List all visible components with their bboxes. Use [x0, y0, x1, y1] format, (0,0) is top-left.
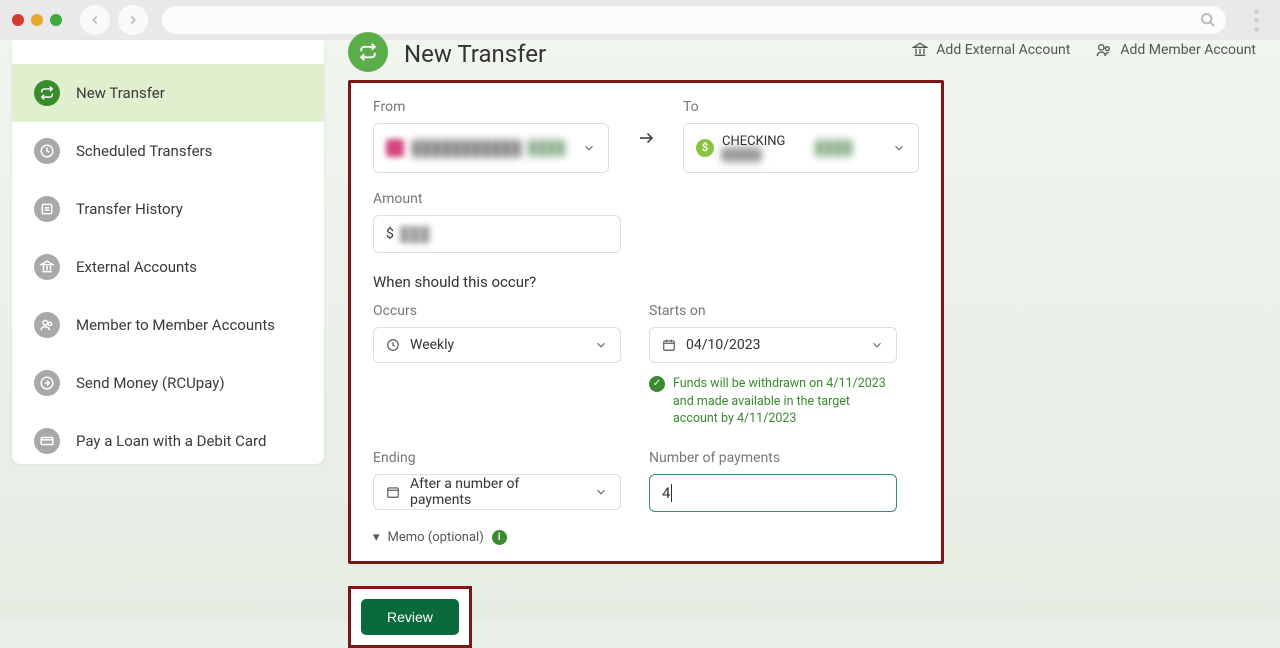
card-icon — [34, 428, 60, 454]
to-account-balance: ████ — [815, 140, 852, 156]
info-icon: i — [492, 530, 507, 545]
caret-down-icon: ▾ — [373, 530, 380, 545]
calendar-icon — [662, 338, 676, 352]
clock-icon — [386, 338, 400, 352]
sidebar-item-label: Scheduled Transfers — [76, 142, 212, 160]
search-icon — [1200, 12, 1216, 28]
from-account-name: ███████████ — [412, 140, 521, 157]
starts-on-label: Starts on — [649, 303, 897, 319]
amount-value: ███ — [400, 226, 430, 243]
swap-icon — [348, 32, 388, 72]
starts-on-value: 04/10/2023 — [686, 337, 761, 353]
ending-label: Ending — [373, 450, 621, 466]
bank-icon — [34, 254, 60, 280]
to-account-name: CHECKING — [722, 135, 785, 149]
sidebar-item-label: Pay a Loan with a Debit Card — [76, 432, 266, 450]
window-controls — [12, 14, 62, 26]
occurs-label: Occurs — [373, 303, 621, 319]
sidebar-item-label: Send Money (RCUpay) — [76, 374, 225, 392]
back-button[interactable] — [80, 5, 110, 35]
from-account-select[interactable]: ███████████ ████ — [373, 123, 609, 173]
sidebar-item-scheduled-transfers[interactable]: Scheduled Transfers — [12, 122, 324, 180]
check-circle-icon: ✓ — [649, 376, 665, 392]
currency-prefix: $ — [386, 226, 394, 242]
sidebar-item-transfer-history[interactable]: Transfer History — [12, 180, 324, 238]
bank-icon — [912, 42, 928, 58]
num-payments-value: 4 — [662, 484, 670, 502]
arrow-right-icon — [637, 99, 655, 147]
num-payments-label: Number of payments — [649, 450, 897, 466]
main-content: New Transfer Add External Account Add Me… — [324, 40, 1280, 620]
minimize-window-button[interactable] — [31, 14, 43, 26]
memo-label: Memo (optional) — [388, 530, 484, 545]
to-label: To — [683, 99, 919, 115]
dollar-icon: $ — [696, 139, 714, 157]
action-label: Add External Account — [936, 42, 1070, 58]
sidebar-item-member-to-member[interactable]: Member to Member Accounts — [12, 296, 324, 354]
num-payments-input[interactable]: 4 — [649, 474, 897, 512]
people-icon — [34, 312, 60, 338]
sidebar-item-send-money[interactable]: Send Money (RCUpay) — [12, 354, 324, 412]
close-window-button[interactable] — [12, 14, 24, 26]
to-account-sub: █████ — [722, 149, 785, 161]
amount-label: Amount — [373, 191, 919, 207]
url-bar[interactable] — [162, 6, 1226, 34]
starts-on-input[interactable]: 04/10/2023 — [649, 327, 897, 363]
sidebar-item-pay-loan[interactable]: Pay a Loan with a Debit Card — [12, 412, 324, 470]
action-label: Add Member Account — [1120, 42, 1256, 58]
chevron-down-icon — [892, 141, 906, 155]
sidebar: New Transfer Scheduled Transfers Transfe… — [12, 40, 324, 464]
calendar-icon — [386, 485, 400, 499]
history-icon — [34, 196, 60, 222]
browser-menu-button[interactable] — [1244, 9, 1268, 32]
add-external-account-button[interactable]: Add External Account — [912, 42, 1070, 58]
clock-icon — [34, 138, 60, 164]
sidebar-item-label: New Transfer — [76, 84, 165, 102]
text-cursor — [671, 484, 672, 502]
ending-select[interactable]: After a number of payments — [373, 474, 621, 510]
account-color-icon — [386, 139, 404, 157]
from-label: From — [373, 99, 609, 115]
sidebar-item-external-accounts[interactable]: External Accounts — [12, 238, 324, 296]
sidebar-item-new-transfer[interactable]: New Transfer — [12, 64, 324, 122]
swap-icon — [34, 80, 60, 106]
review-highlight: Review — [348, 586, 472, 648]
from-account-balance: ████ — [528, 140, 565, 156]
sidebar-item-label: Transfer History — [76, 200, 183, 218]
page-header: New Transfer Add External Account Add Me… — [348, 34, 1256, 74]
transfer-form: From ███████████ ████ — [348, 80, 944, 564]
review-button-label: Review — [387, 609, 433, 625]
chevron-down-icon — [594, 338, 608, 352]
add-member-account-button[interactable]: Add Member Account — [1096, 42, 1256, 58]
sidebar-item-label: External Accounts — [76, 258, 197, 276]
page-title: New Transfer — [404, 40, 546, 68]
occurs-select[interactable]: Weekly — [373, 327, 621, 363]
occurs-value: Weekly — [410, 337, 454, 353]
amount-input[interactable]: $ ███ — [373, 215, 621, 253]
funds-note-text: Funds will be withdrawn on 4/11/2023 and… — [673, 375, 897, 428]
people-icon — [1096, 42, 1112, 58]
sidebar-item-label: Member to Member Accounts — [76, 316, 275, 334]
to-account-select[interactable]: $ CHECKING █████ ████ — [683, 123, 919, 173]
maximize-window-button[interactable] — [50, 14, 62, 26]
memo-toggle[interactable]: ▾ Memo (optional) i — [373, 530, 919, 545]
send-icon — [34, 370, 60, 396]
funds-note: ✓ Funds will be withdrawn on 4/11/2023 a… — [649, 375, 897, 428]
chevron-down-icon — [582, 141, 596, 155]
forward-button[interactable] — [118, 5, 148, 35]
schedule-question: When should this occur? — [373, 273, 919, 291]
chevron-down-icon — [870, 338, 884, 352]
review-button[interactable]: Review — [361, 599, 459, 635]
ending-value: After a number of payments — [410, 476, 584, 508]
chevron-down-icon — [594, 485, 608, 499]
